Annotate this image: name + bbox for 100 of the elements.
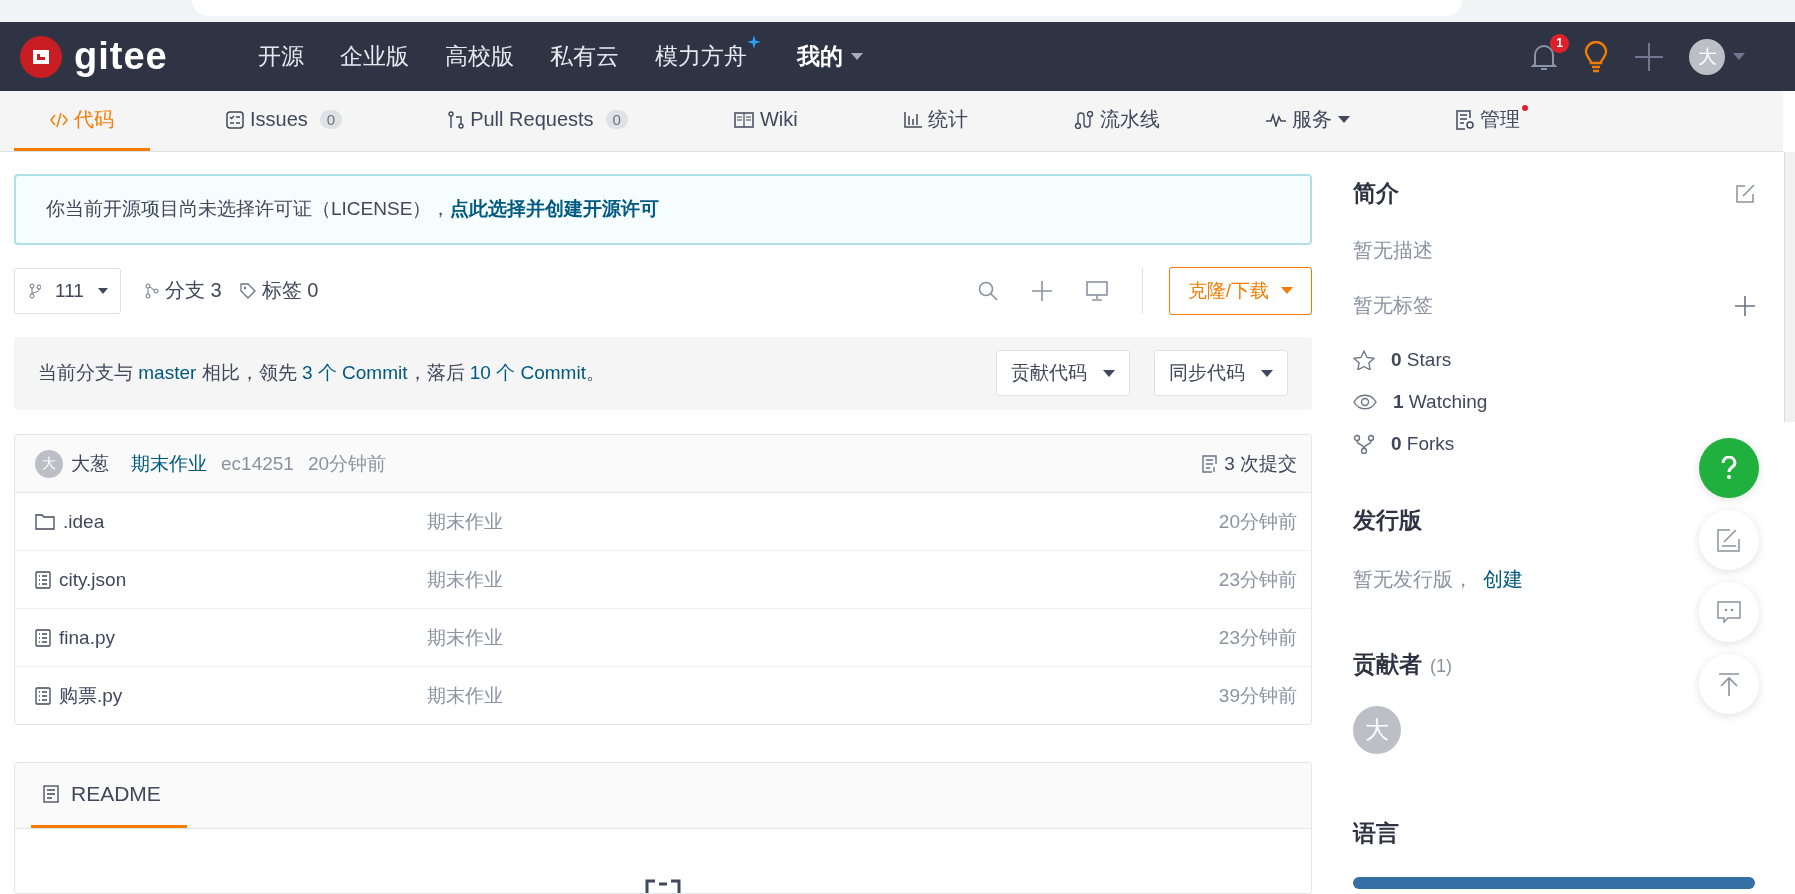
file-time: 23分钟前 (1218, 567, 1297, 592)
nav-link[interactable]: 我的 (797, 41, 863, 72)
branches-link[interactable]: 分支 3 (144, 277, 222, 305)
pulse-icon (1265, 112, 1286, 127)
nav-link[interactable]: 模力方舟 (655, 41, 747, 72)
branch-name: 111 (55, 279, 84, 302)
caret-icon (97, 287, 108, 294)
compare-link[interactable]: 10 个 Commit (469, 362, 586, 384)
link-label: 分支 3 (164, 278, 222, 304)
section-title: 贡献者 (1353, 650, 1422, 679)
tags-link[interactable]: 标签 0 (239, 277, 319, 305)
commits-link[interactable]: 3 次提交 (1202, 450, 1297, 477)
button-label: 同步代码 (1169, 361, 1245, 386)
back-to-top-button[interactable] (1699, 654, 1759, 714)
dropdown-button[interactable]: 贡献代码 (996, 350, 1130, 397)
stat-label: 1 Watching (1393, 391, 1488, 413)
file-link[interactable]: city.json (59, 568, 127, 591)
plus-icon[interactable] (1735, 295, 1755, 316)
document-gear-icon (1455, 109, 1474, 130)
file-link[interactable]: .idea (63, 510, 105, 533)
repo-tab[interactable]: 统计 (873, 91, 998, 151)
question-mark-icon (1720, 456, 1738, 480)
monitor-icon[interactable] (1085, 280, 1108, 301)
arrow-up-icon (1717, 672, 1741, 696)
repo-tab[interactable]: Issues 0 (196, 91, 373, 151)
checklist-icon (226, 110, 244, 129)
repo-tab[interactable]: Pull Requests 0 (418, 91, 658, 151)
file-link[interactable]: fina.py (59, 626, 115, 649)
stat-link[interactable]: 0 Stars (1353, 349, 1452, 371)
count-badge: 0 (319, 110, 343, 129)
file-icon (35, 570, 51, 589)
section-title: 语言 (1353, 819, 1400, 848)
file-icon (35, 686, 51, 705)
chat-icon (1716, 600, 1742, 624)
tab-label: 代码 (74, 107, 114, 132)
count-badge: 0 (605, 110, 628, 129)
link-label: 标签 0 (261, 278, 319, 304)
repo-tab[interactable]: 流水线 (1043, 91, 1190, 151)
edit-icon[interactable] (1735, 183, 1755, 204)
book-icon (733, 111, 754, 128)
plus-icon[interactable] (1031, 280, 1052, 301)
compare-link[interactable]: master (138, 362, 197, 384)
description-text: 暂无描述 (1353, 238, 1434, 263)
button-label: 克隆/下载 (1187, 278, 1269, 303)
notice-text: 你当前开源项目尚未选择许可证（LICENSE）， (46, 197, 451, 222)
edit-icon (1716, 527, 1742, 553)
branch-icon (29, 282, 41, 299)
caret-icon (851, 53, 863, 60)
compare-link[interactable]: 3 个 Commit (301, 362, 408, 384)
file-time: 20分钟前 (1218, 509, 1297, 534)
nav-link[interactable]: 企业版 (340, 41, 409, 72)
folder-icon (35, 513, 55, 530)
logo-text[interactable]: gitee (74, 35, 168, 78)
tab-label: Wiki (759, 108, 798, 131)
stat-link[interactable]: 1 Watching (1353, 391, 1488, 413)
link-label: 3 次提交 (1224, 451, 1297, 476)
dropdown-button[interactable]: 同步代码 (1154, 350, 1288, 397)
readme-tab[interactable]: README (31, 763, 187, 828)
branch-select[interactable]: 111 (14, 267, 121, 314)
repo-tab[interactable]: 管理 (1425, 91, 1550, 151)
chat-button[interactable] (1699, 582, 1759, 642)
tag-icon (239, 282, 256, 299)
feedback-button[interactable] (1699, 510, 1759, 570)
commit-author[interactable]: 大葱 (71, 450, 109, 477)
nav-link[interactable]: 高校版 (445, 41, 514, 72)
bar-chart-icon (903, 111, 922, 128)
tab-label: README (71, 782, 161, 806)
help-button[interactable] (1699, 438, 1759, 498)
logo-icon[interactable] (20, 35, 62, 78)
code-icon (50, 111, 68, 128)
repo-tab[interactable]: 服务 (1235, 91, 1380, 151)
search-icon[interactable] (977, 280, 998, 301)
scrollbar[interactable] (1784, 152, 1795, 422)
sparkle-icon (747, 35, 761, 49)
compare-text: 当前分支与 master 相比，领先 3 个 Commit，落后 10 个 Commit。 (38, 361, 605, 386)
stat-label: 0 Forks (1391, 433, 1455, 455)
notification-badge: 1 (1550, 33, 1569, 53)
repo-tab[interactable]: Wiki (703, 91, 828, 151)
button-label: 贡献代码 (1011, 361, 1087, 386)
stat-link[interactable]: 0 Forks (1353, 433, 1455, 455)
file-time: 39分钟前 (1218, 683, 1297, 708)
caret-icon (1281, 287, 1293, 295)
stat-label: 0 Stars (1391, 349, 1452, 371)
tab-label: 管理 (1479, 107, 1520, 132)
license-link[interactable]: 点此选择并创建开源许可 (450, 196, 660, 223)
eye-icon (1353, 394, 1377, 410)
contributors-count: (1) (1430, 656, 1452, 677)
section-title: 简介 (1353, 179, 1399, 208)
tab-label: 统计 (927, 107, 968, 132)
nav-link[interactable]: 私有云 (550, 41, 619, 72)
plus-icon[interactable] (1635, 42, 1663, 71)
releases-text: 暂无发行版， (1353, 567, 1473, 592)
file-link[interactable]: 购票.py (59, 682, 123, 709)
create-release-link[interactable]: 创建 (1483, 566, 1523, 593)
commit-message[interactable]: 期末作业 (131, 450, 207, 477)
nav-link[interactable]: 开源 (258, 41, 304, 72)
caret-icon[interactable] (1733, 53, 1745, 60)
section-title: 发行版 (1353, 506, 1423, 535)
pipeline-icon (1073, 110, 1094, 129)
lightbulb-icon[interactable] (1583, 40, 1609, 73)
